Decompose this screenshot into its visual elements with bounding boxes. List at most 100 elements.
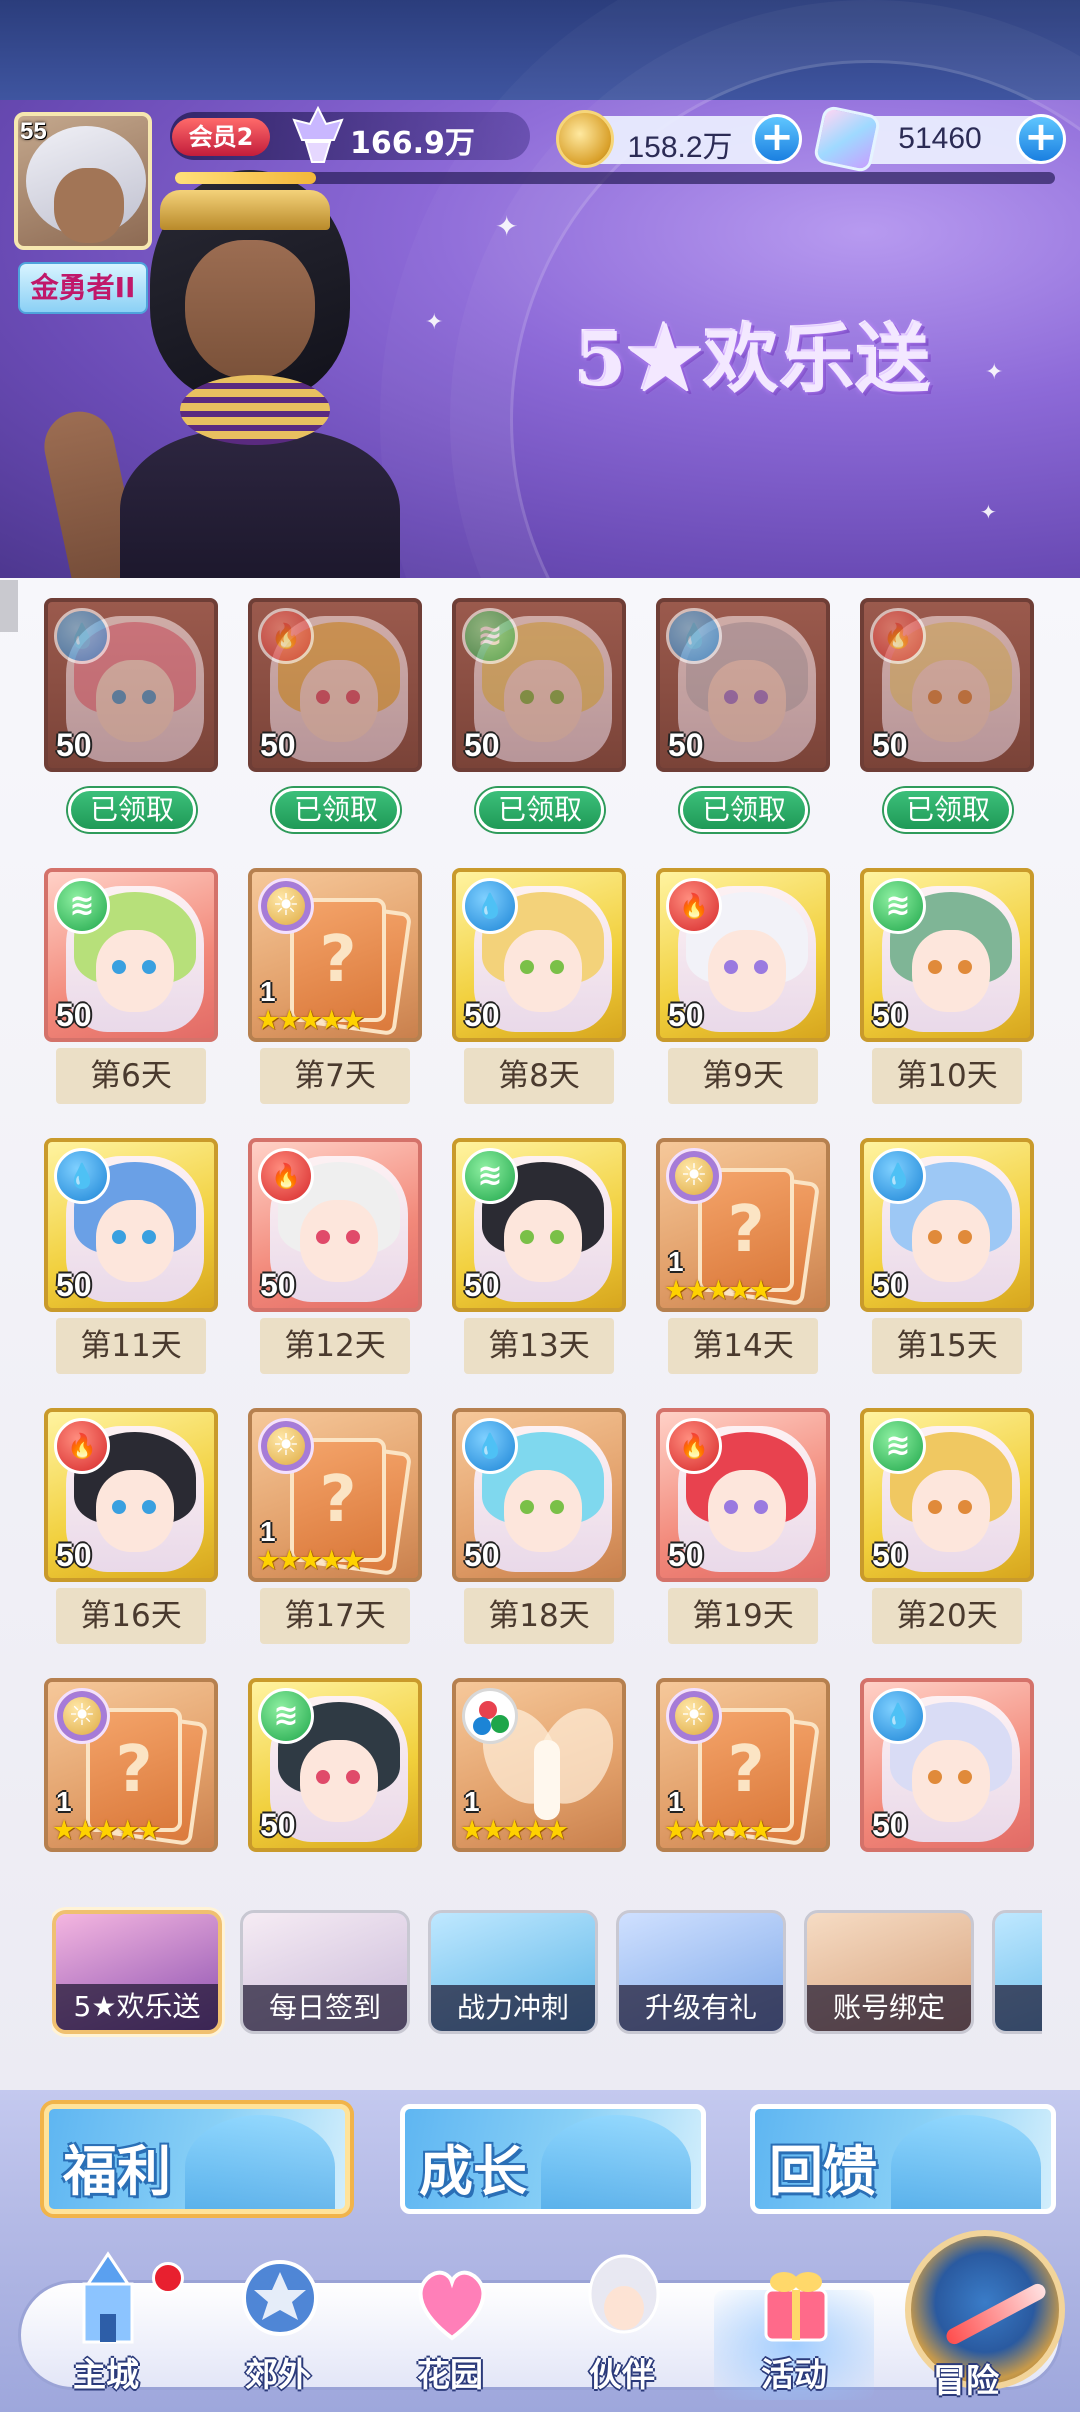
reward-item-cell[interactable]: ? ☀ 1 ★★★★★ [248,1408,422,1582]
day-label: 第15天 [872,1318,1022,1374]
reward-item-cell[interactable]: ≋ 50 [860,868,1034,1042]
nav-garden[interactable]: 花园 [370,2250,530,2400]
reward-item-cell[interactable]: 💧 50 [44,1138,218,1312]
portrait-eye [142,1230,156,1244]
day-label: 第6天 [56,1048,206,1104]
vip-badge[interactable]: 会员2 [172,118,270,156]
light-element-icon: ☀ [258,1418,314,1474]
portrait-face [912,930,990,1012]
portrait-face [912,660,990,742]
portrait-face [912,1740,990,1822]
item-quantity: 50 [260,1807,296,1843]
water-element-icon: 💧 [870,1148,926,1204]
reward-item-cell[interactable]: 🔥 50 [860,598,1034,772]
category-label: 回馈 [769,2139,877,2203]
portrait-eye [346,1230,360,1244]
portrait-face [300,660,378,742]
reward-item-cell[interactable]: 💧 50 [452,868,626,1042]
reward-item-cell[interactable]: 💧 50 [860,1678,1034,1852]
item-quantity: 50 [56,1267,92,1303]
light-element-icon: ☀ [666,1148,722,1204]
activity-tab[interactable]: 水 [992,1910,1042,2034]
activity-tab[interactable]: 战力冲刺 [428,1910,598,2034]
nav-label: 郊外 [245,2355,311,2394]
activity-tab-label: 每日签到 [243,1985,407,2031]
portrait-eye [520,690,534,704]
activity-tab-label: 账号绑定 [807,1985,971,2031]
nav-label: 主城 [73,2355,139,2394]
item-quantity: 50 [872,997,908,1033]
reward-item-cell[interactable]: 💧 50 [452,1408,626,1582]
item-quantity: 50 [668,1537,704,1573]
portrait-face [96,1200,174,1282]
activity-tab[interactable]: 账号绑定 [804,1910,974,2034]
nav-partners[interactable]: 伙伴 [542,2250,702,2400]
nav-suburbs[interactable]: 郊外 [198,2250,358,2400]
five-star-rating: ★★★★★ [52,1815,161,1846]
main-city-icon [66,2250,150,2350]
reward-item-cell[interactable]: ≋ 50 [860,1408,1034,1582]
water-element-icon: 💧 [870,1688,926,1744]
reward-item-cell[interactable]: 🔥 50 [248,598,422,772]
category-art [541,2115,691,2209]
add-gold-button[interactable]: + [752,114,802,164]
day-label: 第19天 [668,1588,818,1644]
day-label: 第16天 [56,1588,206,1644]
activity-tab[interactable]: 每日签到 [240,1910,410,2034]
portrait-eye [520,1230,534,1244]
reward-item-cell[interactable]: ? ☀ 1 ★★★★★ [44,1678,218,1852]
reward-item-cell[interactable]: 🔥 50 [248,1138,422,1312]
portrait-face [96,930,174,1012]
day-label: 第13天 [464,1318,614,1374]
portrait-eye [112,1230,126,1244]
reward-item-cell[interactable]: ? ☀ 1 ★★★★★ [248,868,422,1042]
fire-element-icon: 🔥 [258,608,314,664]
reward-item-cell[interactable]: ≋ 50 [44,868,218,1042]
player-rank-badge[interactable]: 金勇者II [18,262,148,314]
category-label: 成长 [419,2139,527,2203]
reward-item-cell[interactable]: 🔥 50 [44,1408,218,1582]
item-quantity: 50 [668,997,704,1033]
day-label: 第7天 [260,1048,410,1104]
fire-element-icon: 🔥 [666,878,722,934]
reward-item-cell[interactable]: 💧 50 [860,1138,1034,1312]
portrait-face [708,660,786,742]
item-quantity: 50 [464,997,500,1033]
reward-item-cell[interactable]: 💧 50 [656,598,830,772]
reward-item-cell[interactable]: ? ☀ 1 ★★★★★ [656,1678,830,1852]
reward-item-cell[interactable]: 🔥 50 [656,868,830,1042]
reward-item-cell[interactable]: 💧 50 [44,598,218,772]
reward-item-cell[interactable]: 1 ★★★★★ [452,1678,626,1852]
category-button-3[interactable]: 回馈 [750,2104,1056,2214]
activity-tab-row[interactable]: 5★欢乐送每日签到战力冲刺升级有礼账号绑定水 [52,1906,1042,2040]
five-star-rating: ★★★★★ [664,1815,773,1846]
reward-item-cell[interactable]: ≋ 50 [452,1138,626,1312]
activity-tab[interactable]: 升级有礼 [616,1910,786,2034]
activity-tab[interactable]: 5★欢乐送 [52,1910,222,2034]
item-quantity: 50 [260,1267,296,1303]
portrait-eye [928,960,942,974]
reward-item-cell[interactable]: ≋ 50 [452,598,626,772]
reward-item-cell[interactable]: 🔥 50 [656,1408,830,1582]
day-label: 第11天 [56,1318,206,1374]
nav-activities[interactable]: 活动 [714,2250,874,2400]
wind-element-icon: ≋ [462,1148,518,1204]
portrait-eye [550,960,564,974]
day-label: 第12天 [260,1318,410,1374]
gem-value: 51460 [898,122,982,155]
category-button-1[interactable]: 福利 [44,2104,350,2214]
category-button-2[interactable]: 成长 [400,2104,706,2214]
portrait-eye [754,690,768,704]
reward-item-cell[interactable]: ? ☀ 1 ★★★★★ [656,1138,830,1312]
nav-label: 活动 [761,2355,827,2394]
portrait-face [300,1740,378,1822]
partners-icon [582,2250,666,2350]
item-quantity: 1 [464,1786,480,1817]
add-gem-button[interactable]: + [1016,114,1066,164]
side-handle[interactable] [0,580,18,632]
portrait-face [504,660,582,742]
item-quantity: 50 [464,727,500,763]
water-element-icon: 💧 [462,1418,518,1474]
reward-item-cell[interactable]: ≋ 50 [248,1678,422,1852]
day-label: 第20天 [872,1588,1022,1644]
